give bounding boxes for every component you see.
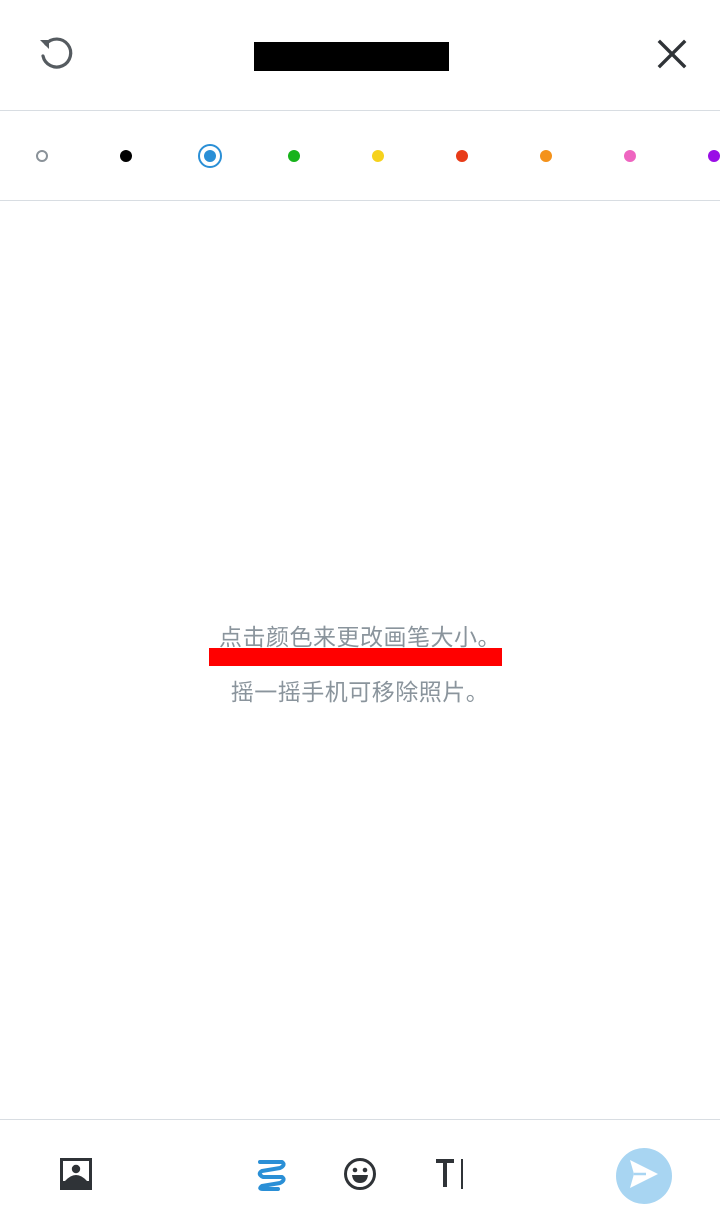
bottom-toolbar <box>0 1119 720 1232</box>
color-dot <box>36 150 48 162</box>
text-tool-button[interactable] <box>422 1148 478 1204</box>
image-button[interactable] <box>48 1148 104 1204</box>
title-redacted <box>254 42 449 71</box>
emoji-icon <box>343 1157 377 1195</box>
color-dot <box>288 150 300 162</box>
color-dot <box>624 150 636 162</box>
drawn-red-stroke <box>209 648 502 666</box>
color-dot <box>372 150 384 162</box>
brush-tool-button[interactable] <box>244 1148 300 1204</box>
color-swatch-black[interactable] <box>105 135 147 177</box>
color-dot <box>540 150 552 162</box>
close-button[interactable] <box>644 28 700 84</box>
text-tool-icon <box>433 1157 467 1195</box>
undo-button[interactable] <box>28 28 84 84</box>
brush-icon <box>254 1156 290 1196</box>
drawing-editor: 点击颜色来更改画笔大小。 摇一摇手机可移除照片。 <box>0 0 720 1232</box>
send-button[interactable] <box>616 1148 672 1204</box>
color-swatch-blue-selected[interactable] <box>189 135 231 177</box>
header-bar <box>0 0 720 111</box>
color-swatch-pink[interactable] <box>609 135 651 177</box>
send-icon <box>627 1157 661 1195</box>
color-swatch-white[interactable] <box>21 135 63 177</box>
hint-shake-remove: 摇一摇手机可移除照片。 <box>230 680 490 706</box>
color-swatch-green[interactable] <box>273 135 315 177</box>
color-dot <box>204 150 216 162</box>
emoji-button[interactable] <box>332 1148 388 1204</box>
color-palette <box>0 111 720 201</box>
color-dot <box>708 150 720 162</box>
selected-color-ring <box>198 144 222 168</box>
color-swatch-yellow[interactable] <box>357 135 399 177</box>
color-dot <box>456 150 468 162</box>
drawing-canvas[interactable]: 点击颜色来更改画笔大小。 摇一摇手机可移除照片。 <box>0 201 720 1119</box>
close-icon <box>656 38 688 74</box>
color-swatch-purple[interactable] <box>693 135 720 177</box>
color-swatch-orange[interactable] <box>525 135 567 177</box>
color-swatch-red[interactable] <box>441 135 483 177</box>
hint-brush-size: 点击颜色来更改画笔大小。 <box>219 625 501 651</box>
color-dot <box>120 150 132 162</box>
image-icon <box>59 1157 93 1195</box>
undo-icon <box>36 34 76 78</box>
